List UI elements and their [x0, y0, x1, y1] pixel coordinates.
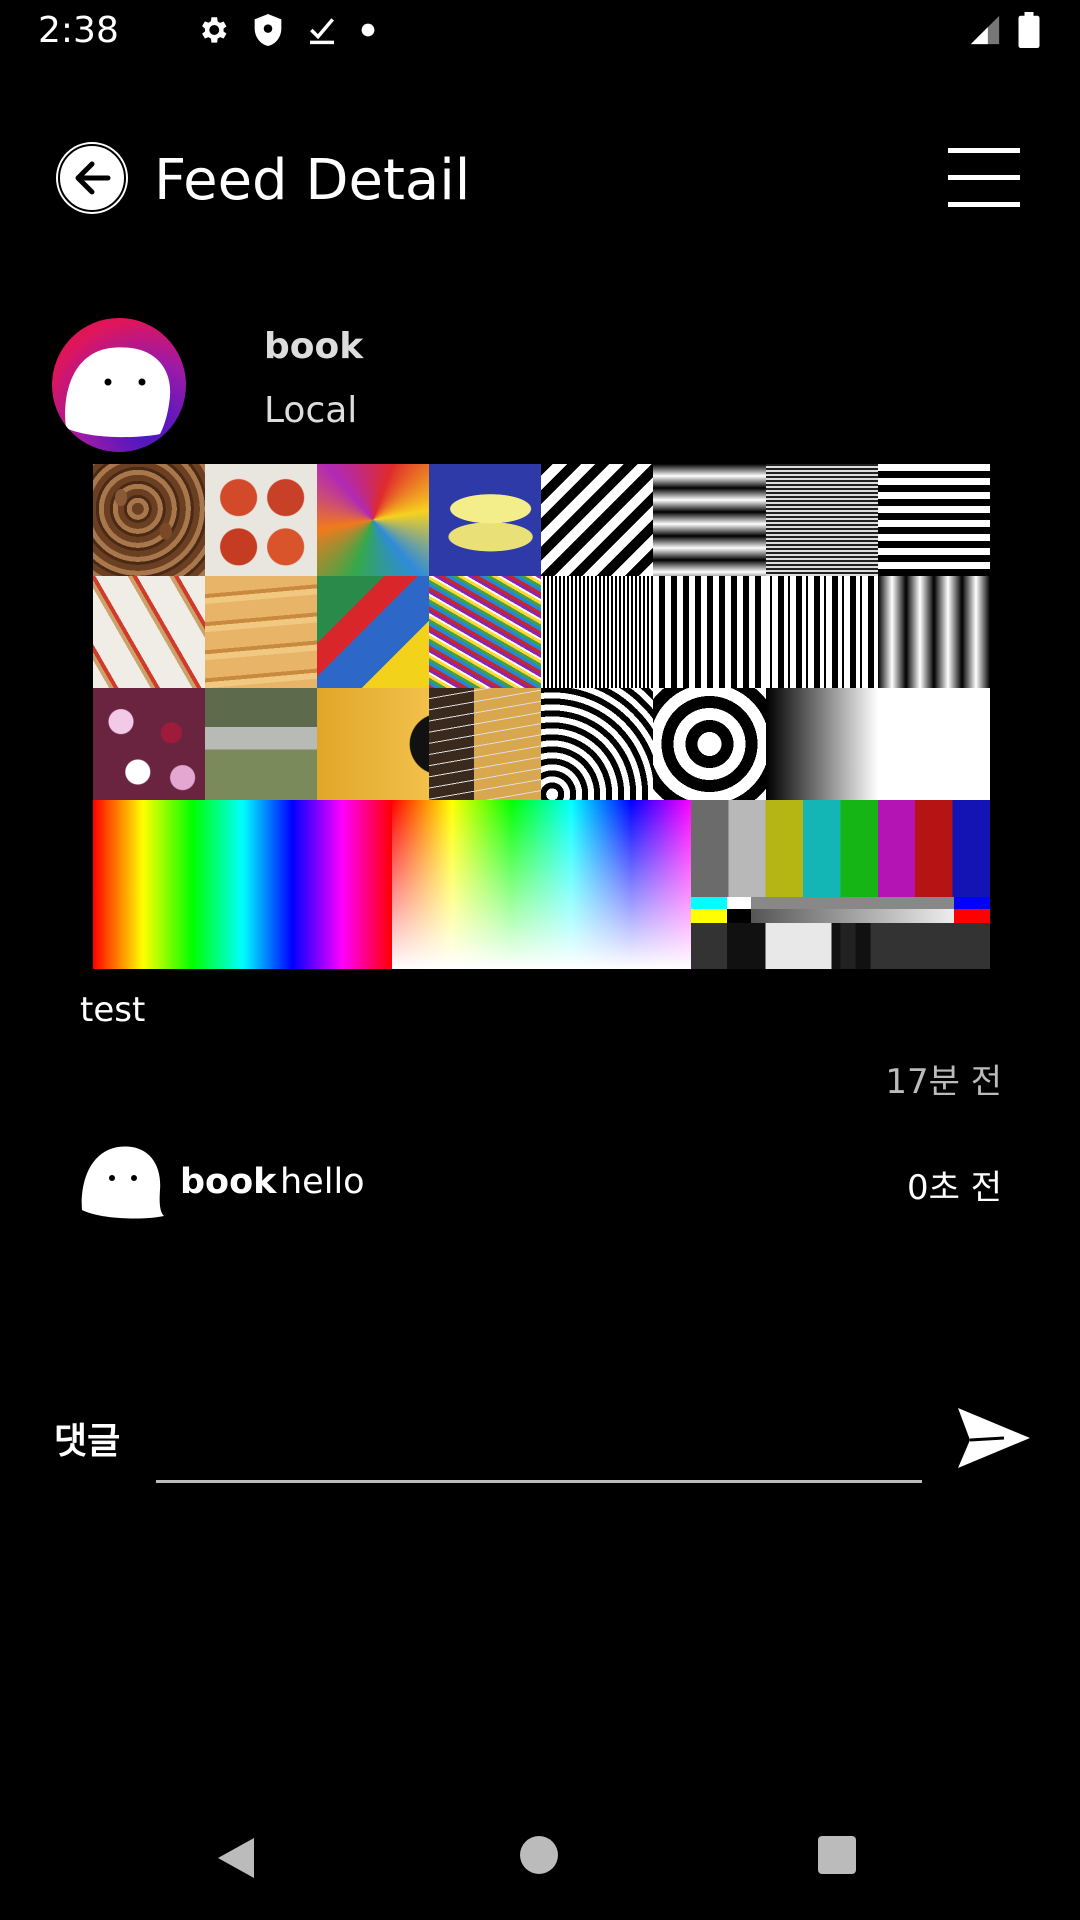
comment-item: book hello 0초 전	[80, 1142, 1002, 1222]
image-tile-apples[interactable]	[205, 464, 318, 576]
arrow-left-circle-icon	[58, 144, 126, 212]
comment-avatar[interactable]	[80, 1142, 166, 1222]
image-tile-fine-lines[interactable]	[765, 464, 878, 576]
image-tile-vertical-lines-fine[interactable]	[541, 576, 654, 688]
comment-input[interactable]	[156, 1404, 922, 1483]
back-button[interactable]	[56, 142, 128, 214]
comment-input-row: 댓글	[54, 1400, 1034, 1500]
gear-icon	[202, 17, 227, 43]
image-tile-arc-rings[interactable]	[541, 688, 654, 800]
image-tile-concentric-circles[interactable]	[653, 688, 766, 800]
image-tile-almonds[interactable]	[93, 464, 206, 576]
image-tile-horizontal-gradient-bars[interactable]	[653, 464, 766, 576]
app-bar: Feed Detail	[0, 120, 1080, 250]
image-grid-row	[93, 688, 990, 800]
status-icons-left	[196, 12, 376, 48]
post-text: test	[80, 990, 146, 1030]
image-tile-vertical-lines-mixed[interactable]	[765, 576, 878, 688]
image-tile-vertical-gradient-bars[interactable]	[877, 576, 990, 688]
image-tile-feathers[interactable]	[317, 464, 430, 576]
comment-time: 0초 전	[907, 1168, 1002, 1208]
status-time: 2:38	[38, 10, 119, 51]
status-bar: 2:38	[0, 0, 1080, 64]
image-tile-guitar-strings[interactable]	[429, 688, 542, 800]
post-image-grid[interactable]	[93, 464, 990, 969]
image-tile-color-test-bars[interactable]	[691, 800, 990, 969]
post-time: 17분 전	[885, 1062, 1002, 1102]
comment-input-label: 댓글	[54, 1421, 121, 1462]
ghost-avatar-icon	[81, 1146, 164, 1219]
image-tile-horizontal-stripes[interactable]	[877, 464, 990, 576]
shield-icon	[254, 14, 282, 46]
signal-icon	[970, 15, 1000, 45]
image-tile-bench[interactable]	[205, 688, 318, 800]
page-title: Feed Detail	[154, 148, 471, 213]
image-tile-gray-gradient[interactable]	[765, 688, 878, 800]
battery-icon	[1018, 12, 1040, 48]
image-tile-vertical-lines-medium[interactable]	[653, 576, 766, 688]
image-tile-bananas[interactable]	[429, 464, 542, 576]
image-tile-flowers[interactable]	[93, 688, 206, 800]
nav-recents-icon[interactable]	[818, 1836, 856, 1874]
send-button[interactable]	[954, 1400, 1034, 1480]
send-icon	[958, 1408, 1030, 1468]
image-tile-diagonal-stripes[interactable]	[541, 464, 654, 576]
avatar[interactable]	[52, 318, 186, 452]
status-icons-right	[968, 12, 1040, 48]
hamburger-menu-icon	[948, 148, 1020, 153]
system-nav-bar	[0, 1800, 1080, 1920]
nav-home-icon[interactable]	[520, 1836, 558, 1874]
dot-icon	[361, 23, 375, 37]
image-grid-row-wide	[93, 800, 990, 969]
comment-text: hello	[280, 1162, 365, 1202]
comment-username[interactable]: book	[180, 1162, 276, 1202]
ghost-avatar-icon	[65, 347, 171, 438]
download-done-icon	[310, 18, 334, 45]
author-subtitle: Local	[264, 390, 358, 431]
image-tile-white-block[interactable]	[877, 688, 990, 800]
author-name: book	[264, 326, 364, 367]
image-tile-hue-spectrum[interactable]	[93, 800, 392, 969]
image-tile-rgb-triangles[interactable]	[392, 800, 691, 969]
image-tile-plastic-toy[interactable]	[317, 576, 430, 688]
post-author[interactable]: book Local	[52, 318, 1032, 452]
image-tile-carrots[interactable]	[205, 576, 318, 688]
image-grid-row	[93, 464, 990, 576]
image-tile-guitar[interactable]	[317, 688, 430, 800]
image-tile-paperclips[interactable]	[429, 576, 542, 688]
menu-button[interactable]	[948, 148, 1020, 208]
image-grid-row	[93, 576, 990, 688]
image-tile-cards[interactable]	[93, 576, 206, 688]
nav-back-icon[interactable]	[214, 1836, 258, 1880]
